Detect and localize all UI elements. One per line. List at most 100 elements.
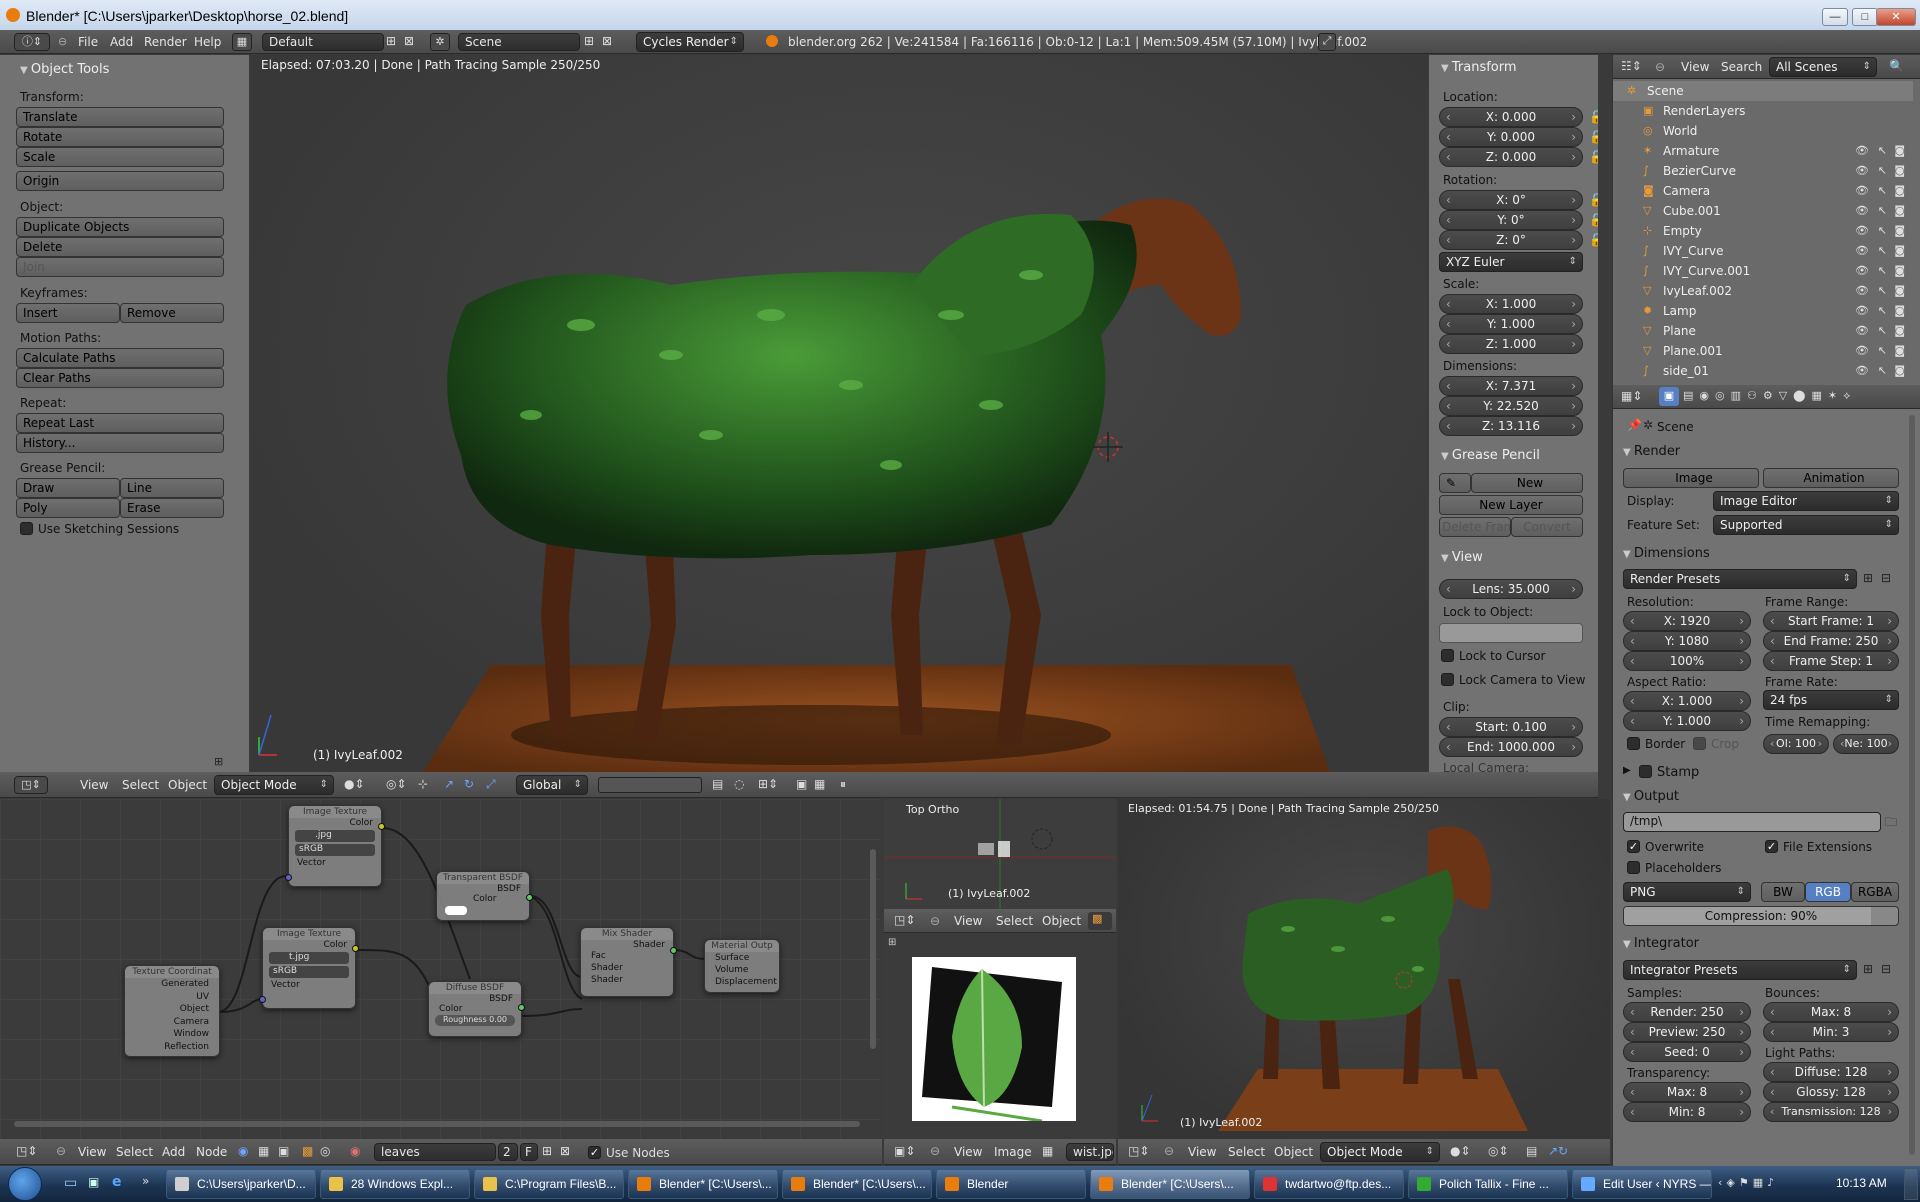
taskbar-button[interactable]: Edit User ‹ NYRS — ... (1572, 1169, 1712, 1199)
lock-layer-icon[interactable]: ▤ (712, 777, 723, 791)
renderability-camera-icon[interactable]: ◙ (1894, 164, 1905, 177)
visibility-eye-icon[interactable]: 👁 (1855, 324, 1869, 337)
small-pivot-icon[interactable]: ◎⇕ (1488, 1144, 1509, 1158)
transmission-field[interactable]: Transmission: 128 (1763, 1102, 1899, 1122)
convert-button[interactable]: Convert (1511, 517, 1583, 537)
renderability-camera-icon[interactable]: ◙ (1894, 204, 1905, 217)
properties-editor-icon[interactable]: ▦⇕ (1621, 389, 1642, 403)
location-y-field[interactable]: Y: 0.000 (1439, 127, 1583, 147)
insert-keyframe-button[interactable]: Insert (16, 303, 120, 323)
dimension-z-field[interactable]: Z: 13.116 (1439, 416, 1583, 436)
visibility-eye-icon[interactable]: 👁 (1855, 224, 1869, 237)
shader-nodes-icon[interactable]: ◉ (238, 1144, 248, 1158)
pivot-icon[interactable]: ◎⇕ (386, 777, 407, 791)
node-editor-scrollbar[interactable] (14, 1121, 860, 1127)
stamp-collapsed-icon[interactable]: ▶ (1623, 765, 1631, 776)
remove-scene-icon[interactable]: ⊠ (602, 34, 612, 48)
close-button[interactable]: ✕ (1876, 8, 1916, 26)
render-animation-button[interactable]: Animation (1763, 468, 1899, 488)
outliner-item[interactable]: ✲ Scene (1613, 81, 1913, 101)
frame-step-field[interactable]: Frame Step: 1 (1763, 651, 1899, 671)
visibility-eye-icon[interactable]: 👁 (1855, 344, 1869, 357)
rotation-z-field[interactable]: Z: 0° (1439, 230, 1583, 250)
outliner-item[interactable]: ∫ BezierCurve 👁 ↖ ◙ (1613, 161, 1913, 181)
image-editor-plus-icon[interactable]: ⊞ (888, 937, 896, 948)
outliner-item[interactable]: ✹ Lamp 👁 ↖ ◙ (1613, 301, 1913, 321)
render-image-button[interactable]: Image (1623, 468, 1759, 488)
poly-button[interactable]: Poly (16, 498, 120, 518)
visibility-eye-icon[interactable]: 👁 (1855, 144, 1869, 157)
small-shading-icon[interactable]: ●⇕ (1450, 1144, 1471, 1158)
integrator-presets-select[interactable]: Integrator Presets (1623, 960, 1857, 980)
lock-location-z-icon[interactable]: 🔓 (1589, 150, 1598, 164)
integrator-panel-header[interactable]: Integrator (1623, 936, 1699, 951)
line-button[interactable]: Line (120, 478, 224, 498)
scale-x-field[interactable]: X: 1.000 (1439, 294, 1583, 314)
start-frame-field[interactable]: Start Frame: 1 (1763, 611, 1899, 631)
diffuse-field[interactable]: Diffuse: 128 (1763, 1062, 1899, 1082)
image-menu-view[interactable]: View (954, 1140, 982, 1164)
selectability-cursor-icon[interactable]: ↖ (1878, 324, 1887, 337)
socket-color-out[interactable] (378, 823, 385, 830)
scene-icon[interactable]: ✲ (430, 33, 450, 51)
outliner-item[interactable]: ◙ Camera 👁 ↖ ◙ (1613, 181, 1913, 201)
clip-end-field[interactable]: End: 1000.000 (1439, 737, 1583, 757)
render-samples-field[interactable]: Render: 250 (1623, 1002, 1751, 1022)
location-z-field[interactable]: Z: 0.000 (1439, 147, 1583, 167)
outliner-item[interactable]: ▽ Cube.001 👁 ↖ ◙ (1613, 201, 1913, 221)
socket-vector-in[interactable] (259, 996, 266, 1003)
mid-menu-object[interactable]: Object (1042, 909, 1081, 932)
camera-render-viewport[interactable]: Elapsed: 01:54.75 | Done | Path Tracing … (1118, 799, 1610, 1139)
image-file-field[interactable]: .jpg (295, 830, 375, 842)
add-preset-icon[interactable]: ⊞ (1863, 571, 1873, 585)
grease-new-button[interactable]: New (1471, 473, 1583, 493)
border-checkbox[interactable] (1627, 737, 1640, 750)
visibility-eye-icon[interactable]: 👁 (1855, 244, 1869, 257)
file-browse-icon[interactable]: 🗀 (1885, 813, 1897, 834)
rgba-button[interactable]: RGBA (1851, 882, 1899, 902)
outliner-item[interactable]: ∫ IVY_Curve 👁 ↖ ◙ (1613, 241, 1913, 261)
snap-icon[interactable]: ⊞⇕ (758, 777, 778, 791)
aspect-y-field[interactable]: Y: 1.000 (1623, 711, 1751, 731)
outliner-collapse-icon[interactable]: ⊖ (1655, 60, 1665, 74)
renderability-camera-icon[interactable]: ◙ (1894, 284, 1905, 297)
image-file-name[interactable]: wist.jpg (1066, 1143, 1114, 1161)
lock-cursor-checkbox[interactable] (1441, 649, 1454, 662)
outliner-item[interactable]: ∫ side_01 👁 ↖ ◙ (1613, 361, 1913, 381)
pause-icon[interactable]: ⏸ (840, 777, 846, 792)
time-new-field[interactable]: Ne: 100 (1833, 734, 1899, 754)
taskbar-button[interactable]: 28 Windows Expl... (320, 1169, 470, 1199)
grease-pencil-icon[interactable]: ✎ (1439, 473, 1471, 493)
renderability-camera-icon[interactable]: ◙ (1894, 324, 1905, 337)
clear-paths-button[interactable]: Clear Paths (16, 368, 224, 388)
stamp-checkbox[interactable] (1639, 765, 1652, 778)
translate-manipulator-icon[interactable]: ↗ (444, 777, 454, 791)
object-icon[interactable]: ▩ (302, 1144, 313, 1158)
texture-coordinate-node[interactable]: Texture Coordinat Generated UV Object Ca… (124, 965, 220, 1057)
bw-button[interactable]: BW (1761, 882, 1805, 902)
menu-help[interactable]: Help (194, 30, 221, 54)
taskbar-button[interactable]: Blender* [C:\Users\... (1090, 1169, 1250, 1199)
outliner-item[interactable]: ▽ IvyLeaf.002 👁 ↖ ◙ (1613, 281, 1913, 301)
sketching-checkbox[interactable] (20, 522, 33, 535)
texture-nodes-icon[interactable]: ▦ (258, 1144, 269, 1158)
image-texture-node-1[interactable]: Image Texture Color .jpg sRGB Vector (285, 805, 385, 887)
seed-field[interactable]: Seed: 0 (1623, 1042, 1751, 1062)
image-collapse-icon[interactable]: ⊖ (930, 1144, 940, 1158)
use-nodes-checkbox[interactable]: ✓ (588, 1146, 601, 1159)
minimize-button[interactable]: — (1822, 8, 1848, 26)
quicklaunch-ie-icon[interactable]: e (112, 1174, 122, 1190)
small-editor-type-icon[interactable]: ◳⇕ (1128, 1144, 1149, 1158)
image-editor[interactable]: ⊞ (884, 933, 1116, 1139)
delete-frame-button[interactable]: Delete Frame (1439, 517, 1511, 537)
outliner-item[interactable]: ◎ World (1613, 121, 1913, 141)
taskbar-button[interactable]: C:\Program Files\B... (474, 1169, 624, 1199)
viewport-menu-object[interactable]: Object (168, 773, 207, 797)
max-bounces-field[interactable]: Max: 8 (1763, 1002, 1899, 1022)
time-old-field[interactable]: Ol: 100 (1763, 734, 1829, 754)
outliner-item[interactable]: ✶ Armature 👁 ↖ ◙ (1613, 141, 1913, 161)
image-editor-type-icon[interactable]: ▣⇕ (894, 1144, 915, 1158)
dimension-x-field[interactable]: X: 7.371 (1439, 376, 1583, 396)
compression-slider[interactable]: Compression: 90% (1623, 906, 1899, 926)
file-format-select[interactable]: PNG (1623, 882, 1751, 902)
